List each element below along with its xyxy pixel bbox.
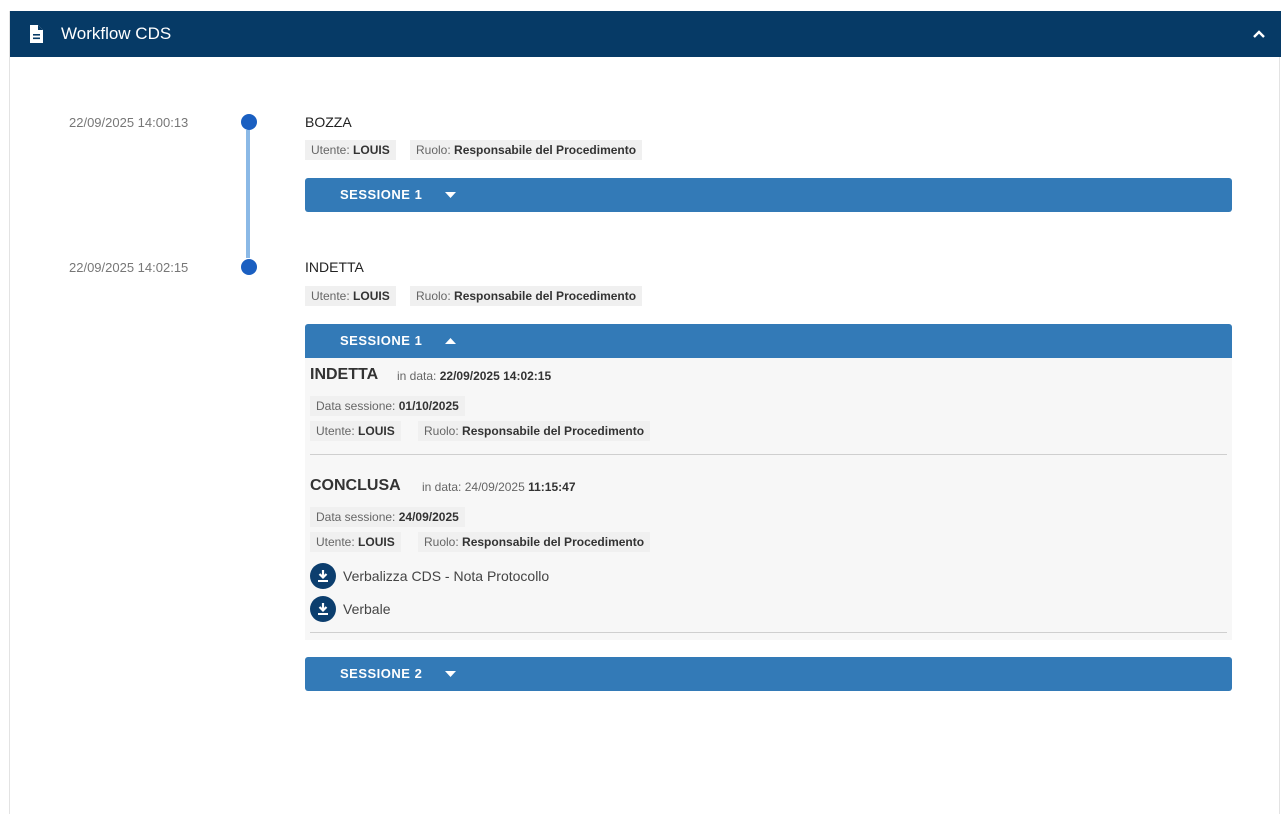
download-icon[interactable] — [310, 563, 336, 589]
event-status: CONCLUSA — [310, 477, 401, 494]
role-tag: Ruolo: Responsabile del Procedimento — [418, 532, 651, 552]
document-label[interactable]: Verbale — [343, 601, 390, 617]
session-date-tag: Data sessione: 24/09/2025 — [310, 507, 465, 527]
chevron-up-icon[interactable] — [1249, 24, 1269, 44]
role-tag: Ruolo: Responsabile del Procedimento — [418, 421, 651, 441]
event-status: INDETTA — [310, 366, 379, 383]
document-label[interactable]: Verbalizza CDS - Nota Protocollo — [343, 568, 549, 584]
timeline-timestamp: 22/09/2025 14:02:15 — [69, 260, 189, 275]
document-link[interactable]: Verbalizza CDS - Nota Protocollo — [310, 563, 549, 589]
timeline-timestamp: 22/09/2025 14:00:13 — [69, 115, 189, 130]
session-toggle[interactable]: SESSIONE 1 — [305, 178, 1232, 212]
user-tag: Utente: LOUIS — [305, 140, 396, 160]
panel-header[interactable]: Workflow CDS — [10, 11, 1281, 57]
session-toggle[interactable]: SESSIONE 2 — [305, 657, 1232, 691]
timeline-connector — [246, 130, 250, 258]
divider — [310, 632, 1227, 633]
document-link[interactable]: Verbale — [310, 596, 390, 622]
divider — [310, 454, 1227, 455]
timeline-dot — [241, 114, 257, 130]
event-date: in data: 22/09/2025 14:02:15 — [397, 369, 552, 383]
user-tag: Utente: LOUIS — [305, 286, 396, 306]
role-tag: Ruolo: Responsabile del Procedimento — [410, 286, 643, 306]
user-tag: Utente: LOUIS — [310, 421, 401, 441]
download-icon[interactable] — [310, 596, 336, 622]
session-toggle[interactable]: SESSIONE 1 — [305, 324, 1232, 358]
timeline-dot — [241, 259, 257, 275]
document-icon — [30, 25, 43, 43]
event-date: in data: 24/09/2025 11:15:47 — [422, 480, 576, 494]
caret-up-icon — [445, 338, 456, 344]
caret-down-icon — [445, 671, 456, 677]
panel-title: Workflow CDS — [61, 24, 172, 43]
user-tag: Utente: LOUIS — [310, 532, 401, 552]
workflow-state: INDETTA — [305, 259, 364, 275]
role-tag: Ruolo: Responsabile del Procedimento — [410, 140, 643, 160]
workflow-state: BOZZA — [305, 114, 352, 130]
session-date-tag: Data sessione: 01/10/2025 — [310, 396, 465, 416]
caret-down-icon — [445, 192, 456, 198]
